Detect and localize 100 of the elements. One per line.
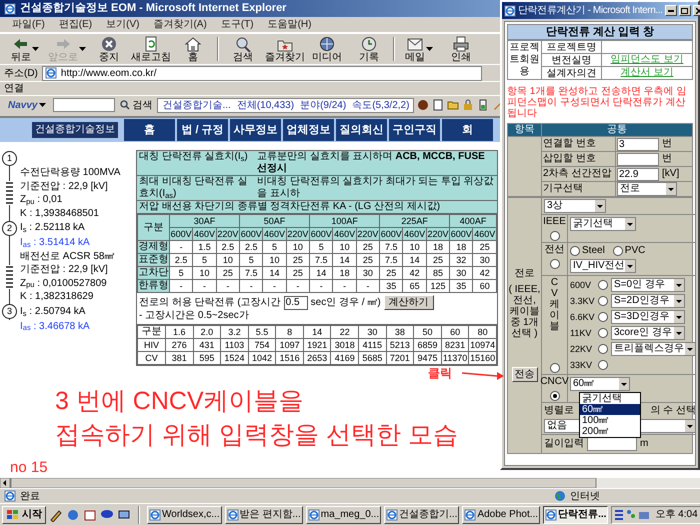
nav-tab[interactable]: 질의회신 (336, 119, 387, 141)
table-title: 저압 배선용 차단기의 종류별 정격차단전류 KA - (LG 산전의 제시값) (139, 201, 440, 212)
nav-tab[interactable]: 홈 (124, 119, 175, 141)
unit-label: 번 (662, 138, 672, 150)
dropdown[interactable]: IV_HIV전선 (570, 259, 636, 273)
taskbar-button[interactable]: 받은 편지함... (224, 506, 303, 524)
menu-item[interactable]: 파일(F) (12, 17, 45, 32)
voltage-label: 6.6KV (570, 311, 596, 323)
voltage-label: 600V (570, 279, 592, 291)
minimize-button[interactable] (664, 5, 677, 16)
column-header: 30AF (170, 214, 240, 228)
start-button[interactable]: 시작 (2, 506, 46, 524)
toolbar-button[interactable]: 새로고침 (130, 34, 172, 64)
nav-tab[interactable]: 구인구직 (389, 119, 440, 141)
caret-icon (39, 102, 46, 108)
table-cell: 5 (240, 254, 263, 266)
table-cell: 4169 (330, 352, 359, 364)
toolbar-button[interactable]: 검색 (222, 34, 264, 64)
nav-tab[interactable]: 업체정보 (283, 119, 334, 141)
stat-text: 속도(5,3/2,2) (352, 98, 410, 112)
table-cell: - (262, 280, 286, 292)
menu-item[interactable]: 도움말(H) (268, 17, 312, 32)
table-cell: 25 (472, 240, 496, 254)
menu-item[interactable]: 보기(V) (106, 17, 140, 32)
browser-page-icon (308, 508, 320, 520)
toolbar-button[interactable]: 미디어 (306, 34, 348, 64)
search-field[interactable] (53, 98, 116, 112)
radio-button[interactable] (598, 312, 608, 322)
table-cell: 754 (248, 338, 276, 352)
toolbar-button[interactable]: 기록 (348, 34, 390, 64)
text-field[interactable]: 3 (617, 138, 659, 150)
column-header: 50 (414, 326, 442, 338)
text-field[interactable]: 22.9 (617, 168, 659, 180)
table-cell: 2.5 (240, 240, 263, 254)
radio-button[interactable] (550, 363, 560, 373)
calculate-button[interactable]: 계산하기 (384, 295, 434, 310)
nav-tab[interactable]: 사무정보 (230, 119, 281, 141)
dropdown[interactable]: S=0인 경우 (611, 278, 685, 292)
radio-button[interactable] (550, 259, 560, 269)
dropdown-option[interactable]: 200㎟ (580, 426, 640, 437)
nav-tab[interactable]: 회 (442, 119, 493, 141)
radio-button[interactable] (570, 246, 580, 256)
menu-item[interactable]: 편집(E) (58, 17, 92, 32)
toolbar-button[interactable]: 즐겨찾기 (264, 34, 306, 64)
toolbar-button[interactable]: 인쇄 (440, 34, 482, 64)
caret-icon (426, 46, 433, 52)
dropdown-option[interactable]: 60㎟ (580, 404, 640, 415)
radio-button[interactable] (598, 360, 608, 370)
menu-item[interactable]: 도구(T) (220, 17, 254, 32)
taskbar-button[interactable]: 건설종합기... (384, 506, 460, 524)
maximize-button[interactable] (678, 5, 691, 16)
dropdown-option[interactable]: 100㎟ (580, 415, 640, 426)
text-field[interactable] (617, 152, 659, 166)
search-button[interactable]: 검색 (118, 98, 154, 112)
taskbar-button[interactable]: Worldsex,c... (147, 506, 222, 524)
voltage-label: 11KV (570, 327, 592, 339)
document-icon (432, 99, 444, 111)
dropdown[interactable]: 3core인 경우 (611, 326, 685, 340)
address-field[interactable]: http://www.eom.co.kr/ (42, 66, 482, 80)
menu-item[interactable]: 즐겨찾기(A) (153, 17, 207, 32)
radio-button[interactable] (598, 344, 608, 354)
table-cell: 5213 (386, 338, 414, 352)
table-cell: 7.5 (240, 266, 263, 280)
dropdown-option[interactable]: 굵기선택 (580, 393, 640, 404)
dropdown[interactable]: 전로 (617, 182, 677, 196)
time-field[interactable]: 0.5 (284, 296, 308, 310)
taskbar-button[interactable]: ma_meg_0... (306, 506, 382, 524)
table-cell: - (356, 280, 380, 292)
submit-button[interactable]: 전송 (512, 367, 538, 382)
toolbar-button[interactable]: 뒤로 (4, 34, 46, 64)
nav-tab[interactable]: 법 / 규정 (177, 119, 228, 141)
dropdown[interactable]: 60㎟ (570, 377, 630, 391)
radio-button[interactable] (612, 246, 623, 256)
table-cell: 65 (402, 280, 426, 292)
dropdown[interactable]: S=3D인경우 (611, 310, 685, 324)
dropdown[interactable]: S=2D인경우 (611, 294, 685, 308)
row-header: 고차단 (138, 266, 170, 280)
dropdown[interactable]: 3상 (544, 199, 606, 213)
radio-button[interactable] (550, 231, 560, 241)
radio-button[interactable] (598, 328, 608, 338)
radio-button[interactable] (550, 391, 560, 401)
navvy-menu-button[interactable]: Navvy (4, 98, 50, 112)
search-icon (234, 36, 252, 52)
toolbar-button[interactable]: 홈 (172, 34, 214, 64)
table-cell: - (332, 280, 356, 292)
browser-page-icon (149, 508, 161, 520)
dropdown[interactable]: 트리플렉스경우 (611, 342, 695, 356)
taskbar-button[interactable]: Adobe Phot... (462, 506, 540, 524)
taskbar-button[interactable]: 단락전류... (543, 506, 608, 524)
notice-text: 항목 1개를 완성하고 전송하면 우측에 임피던스맵이 구성되면서 단락전류가 계산됩니다 (507, 86, 688, 119)
radio-button[interactable] (598, 280, 608, 290)
dropdown[interactable]: 굵기선택 (570, 217, 636, 231)
table-cell: 18 (332, 266, 356, 280)
radio-button[interactable] (598, 296, 608, 306)
toolbar-button[interactable]: 중지 (88, 34, 130, 64)
toolbar-button[interactable]: 메일 (398, 34, 440, 64)
text-field[interactable] (587, 437, 637, 451)
unit-label: 번 (662, 153, 672, 165)
table-cell: 5 (192, 254, 216, 266)
site-logo[interactable]: 건설종합기술정보 (32, 122, 118, 138)
